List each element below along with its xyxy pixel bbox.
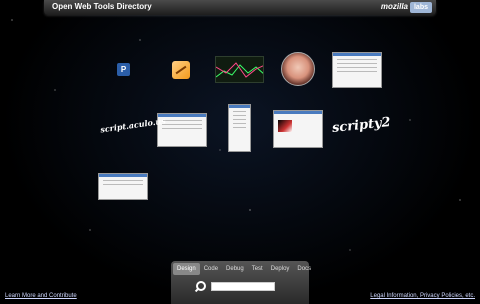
tool-tile-color-picker[interactable] [273, 110, 323, 148]
starfield-background [0, 0, 480, 304]
graph-lines-icon [216, 62, 263, 78]
search-icon[interactable] [195, 281, 206, 291]
tool-tile-graph-thumbnail[interactable] [215, 56, 264, 83]
mozilla-logo[interactable]: mozilla [381, 2, 408, 11]
tab-test[interactable]: Test [248, 263, 267, 275]
tab-debug[interactable]: Debug [222, 263, 248, 275]
category-panel: Design Code Debug Test Deploy Docs [171, 261, 311, 304]
category-tabs: Design Code Debug Test Deploy Docs [171, 261, 311, 276]
top-bar: Open Web Tools Directory mozilla labs [44, 0, 436, 15]
legal-info-link[interactable]: Legal Information, Privacy Policies, etc… [370, 293, 475, 299]
search-input[interactable] [211, 281, 275, 291]
tool-tile-screenshot-3[interactable] [228, 104, 251, 152]
tool-tile-avatar[interactable] [281, 52, 315, 86]
tab-docs[interactable]: Docs [293, 263, 315, 275]
tab-code[interactable]: Code [200, 263, 222, 275]
tab-deploy[interactable]: Deploy [267, 263, 294, 275]
page-title: Open Web Tools Directory [52, 2, 152, 11]
learn-more-link[interactable]: Learn More and Contribute [5, 293, 77, 299]
tab-design[interactable]: Design [173, 262, 200, 275]
tool-tile-p-icon[interactable]: P [117, 63, 130, 76]
tool-tile-rss-icon[interactable] [172, 61, 190, 79]
color-swatch-icon [278, 120, 292, 132]
search-row [195, 281, 275, 291]
labs-badge[interactable]: labs [410, 2, 432, 13]
tool-tile-screenshot-5[interactable] [98, 173, 148, 200]
tool-tile-screenshot-1[interactable] [332, 52, 382, 88]
